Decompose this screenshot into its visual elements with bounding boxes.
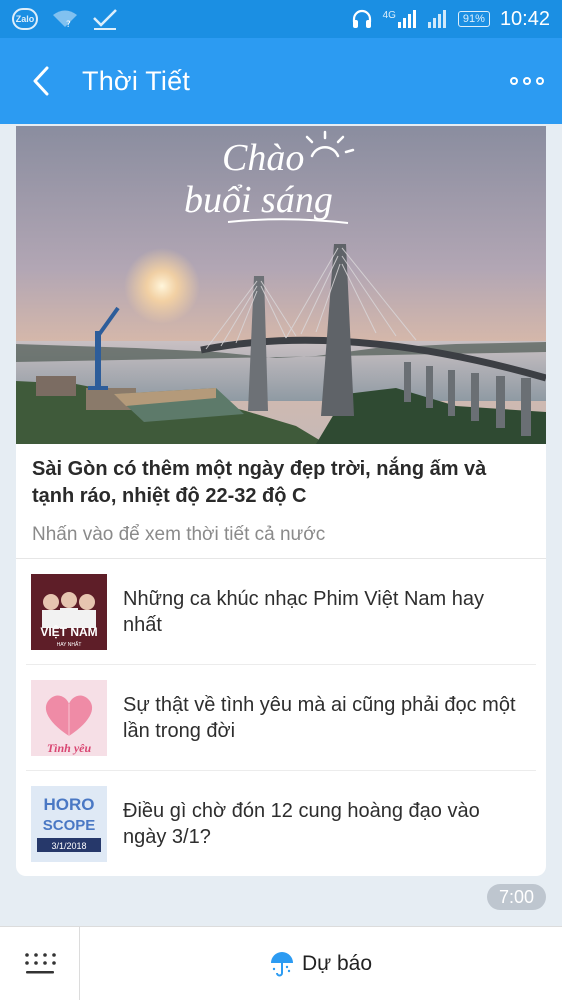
svg-text:HORO: HORO bbox=[44, 795, 95, 814]
forecast-button[interactable]: Dự báo bbox=[80, 927, 562, 1000]
keyboard-icon bbox=[24, 952, 56, 973]
status-time: 10:42 bbox=[499, 7, 550, 30]
heart-thumbnail-icon: Tình yêu bbox=[31, 679, 107, 756]
signal-icon-2 bbox=[427, 10, 446, 28]
battery-indicator: 91% bbox=[457, 11, 490, 27]
article-card: Chào buổi sáng Sài Gòn có thêm một ngày … bbox=[16, 126, 546, 876]
message-time-badge: 7:00 bbox=[486, 884, 546, 910]
bottom-bar: Dự báo bbox=[0, 926, 562, 1000]
headset-icon bbox=[352, 9, 371, 28]
svg-text:Chào: Chào bbox=[222, 137, 304, 179]
hero-title: Sài Gòn có thêm một ngày đẹp trời, nắng … bbox=[32, 458, 487, 507]
svg-text:Tình yêu: Tình yêu bbox=[47, 741, 92, 755]
svg-text:VIỆT NAM: VIỆT NAM bbox=[40, 624, 97, 639]
more-dot-icon bbox=[536, 77, 544, 85]
back-button[interactable] bbox=[0, 38, 82, 124]
umbrella-icon bbox=[270, 951, 293, 976]
music-thumbnail-icon: VIỆT NAM HAY NHẤT bbox=[31, 573, 107, 650]
more-dot-icon bbox=[510, 77, 518, 85]
list-item[interactable]: Tình yêu Sự thật về tình yêu mà ai cũng … bbox=[26, 665, 536, 771]
keyboard-toggle-button[interactable] bbox=[0, 927, 80, 1000]
wifi-icon: ? bbox=[53, 10, 77, 29]
list-item-title: Điều gì chờ đón 12 cung hoàng đạo vào ng… bbox=[123, 800, 480, 848]
network-type-label: 4G bbox=[382, 10, 396, 21]
signal-icon bbox=[397, 10, 416, 28]
zalo-notification-icon: Zalo bbox=[12, 8, 38, 30]
bridge-sunrise-image: Chào buổi sáng bbox=[16, 126, 546, 444]
list-item[interactable]: VIỆT NAM HAY NHẤT Những ca khúc nhạc Phi… bbox=[26, 559, 536, 665]
svg-text:buổi sáng: buổi sáng bbox=[184, 179, 333, 221]
more-options-button[interactable] bbox=[492, 38, 562, 124]
svg-text:?: ? bbox=[66, 20, 71, 29]
check-icon bbox=[93, 9, 117, 30]
svg-text:HAY NHẤT: HAY NHẤT bbox=[57, 641, 82, 648]
list-item-title: Những ca khúc nhạc Phim Việt Nam hay nhấ… bbox=[123, 587, 484, 636]
more-dot-icon bbox=[523, 77, 531, 85]
status-bar: Zalo ? 4G 91% 10:42 bbox=[0, 0, 562, 38]
forecast-label: Dự báo bbox=[301, 951, 373, 975]
svg-text:SCOPE: SCOPE bbox=[43, 817, 96, 834]
page-title: Thời Tiết bbox=[82, 65, 191, 96]
list-item[interactable]: HORO SCOPE 3/1/2018 Điều gì chờ đón 12 c… bbox=[26, 771, 536, 876]
list-item-title: Sự thật về tình yêu mà ai cũng phải đọc … bbox=[123, 693, 516, 742]
app-header: Thời Tiết bbox=[0, 38, 562, 124]
back-arrow-icon bbox=[33, 66, 49, 96]
hero-banner[interactable]: Chào buổi sáng Sài Gòn có thêm một ngày … bbox=[16, 126, 546, 559]
hero-subtitle: Nhấn vào để xem thời tiết cả nước bbox=[32, 524, 326, 545]
svg-text:3/1/2018: 3/1/2018 bbox=[51, 841, 86, 851]
hero-text-block: Sài Gòn có thêm một ngày đẹp trời, nắng … bbox=[16, 444, 546, 559]
horoscope-thumbnail-icon: HORO SCOPE 3/1/2018 bbox=[31, 786, 107, 862]
